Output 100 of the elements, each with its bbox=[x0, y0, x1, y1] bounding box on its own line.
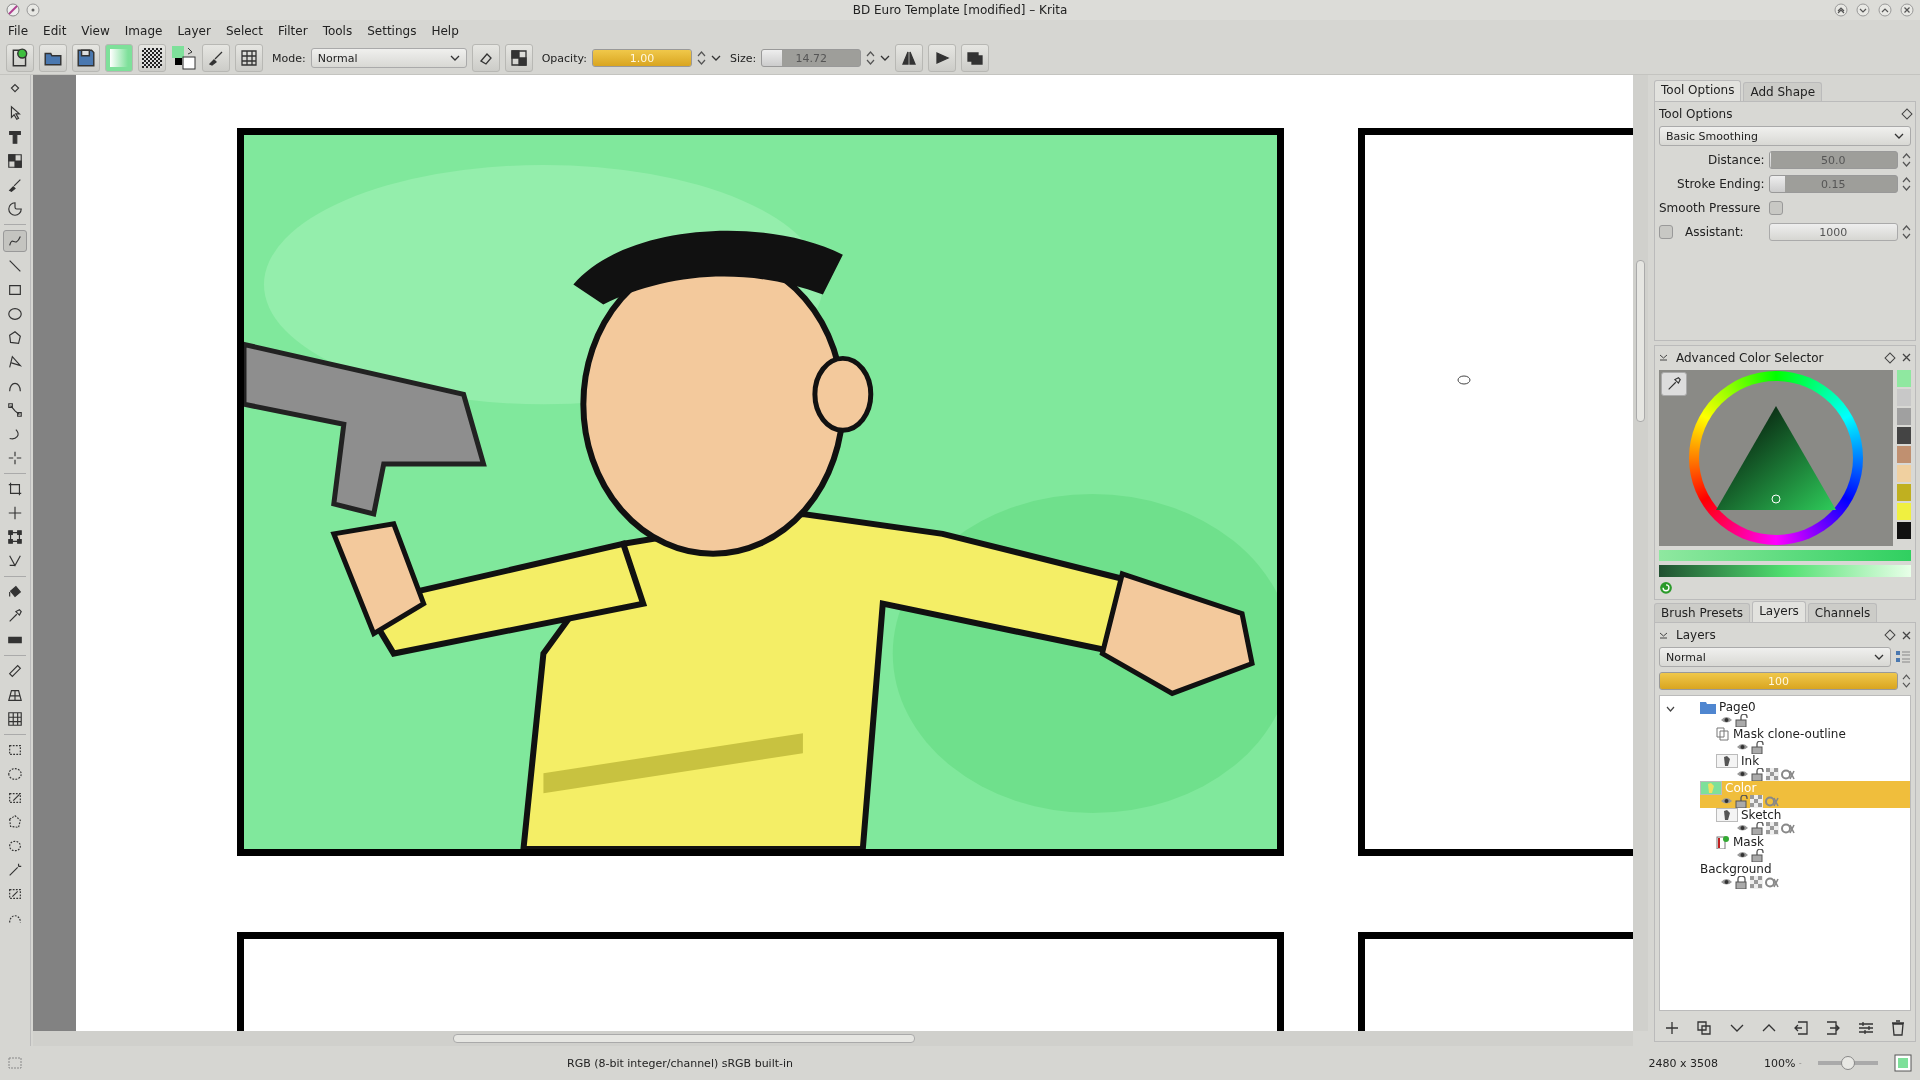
windows-icon[interactable] bbox=[966, 49, 985, 67]
padlock-open-icon[interactable] bbox=[1751, 741, 1764, 754]
spin-arrows-icon[interactable] bbox=[1902, 224, 1911, 240]
eye-icon[interactable] bbox=[1736, 741, 1749, 752]
add-layer-icon[interactable] bbox=[1663, 1019, 1681, 1037]
minimize-icon[interactable] bbox=[1856, 3, 1870, 17]
alpha-lock-icon[interactable] bbox=[1781, 822, 1795, 835]
sparkle-icon[interactable] bbox=[7, 450, 23, 466]
pattern-button[interactable] bbox=[138, 44, 166, 72]
menu-item[interactable]: View bbox=[75, 24, 119, 38]
freehand-selection-icon[interactable] bbox=[7, 838, 23, 854]
refresh-icon[interactable] bbox=[1659, 581, 1673, 595]
move-icon[interactable] bbox=[7, 505, 23, 521]
padlock-open-icon[interactable] bbox=[1735, 714, 1748, 727]
close-icon[interactable] bbox=[1900, 3, 1914, 17]
brush-icon[interactable] bbox=[7, 177, 23, 193]
close-icon[interactable] bbox=[1902, 630, 1911, 640]
pattern-icon[interactable] bbox=[7, 153, 23, 169]
eye-icon[interactable] bbox=[1720, 714, 1733, 725]
line-icon[interactable] bbox=[7, 258, 23, 274]
spin-arrows-icon[interactable] bbox=[696, 50, 706, 66]
spin-arrows-icon[interactable] bbox=[1902, 152, 1911, 168]
eye-icon[interactable] bbox=[1720, 876, 1733, 887]
menu-item[interactable]: Layer bbox=[171, 24, 220, 38]
color-gradient-bar[interactable] bbox=[1659, 549, 1911, 562]
collapse-icon[interactable] bbox=[1659, 630, 1668, 640]
fill-bucket-icon[interactable] bbox=[7, 584, 23, 600]
checkbox[interactable] bbox=[1769, 201, 1783, 215]
layer-row[interactable]: Ink bbox=[1660, 754, 1910, 781]
mirror-horizontal-button[interactable] bbox=[895, 44, 924, 72]
slider-handle[interactable] bbox=[1841, 1056, 1855, 1070]
tab[interactable]: Brush Presets bbox=[1654, 603, 1751, 622]
menu-item[interactable]: Filter bbox=[271, 24, 317, 38]
tab[interactable]: Add Shape bbox=[1743, 82, 1823, 101]
menu-item[interactable]: Image bbox=[118, 24, 172, 38]
rectangle-selection-icon[interactable] bbox=[7, 742, 23, 758]
tab[interactable]: Layers bbox=[1752, 601, 1806, 622]
checkerboard-icon[interactable] bbox=[1766, 768, 1779, 781]
list-view-icon[interactable] bbox=[1895, 649, 1911, 665]
magic-wand-icon[interactable] bbox=[7, 862, 23, 878]
canvas[interactable] bbox=[33, 75, 1633, 1031]
eye-icon[interactable] bbox=[1720, 795, 1733, 806]
menu-item[interactable]: Help bbox=[425, 24, 468, 38]
grid-icon[interactable] bbox=[7, 711, 23, 727]
shade-gradient-bar[interactable] bbox=[1659, 565, 1911, 578]
perspective-icon[interactable] bbox=[7, 553, 23, 569]
layer-row[interactable]: Background bbox=[1660, 862, 1910, 889]
indent-left-icon[interactable] bbox=[1792, 1019, 1811, 1037]
grid-icon[interactable] bbox=[240, 49, 258, 67]
checkbox[interactable] bbox=[1659, 225, 1673, 239]
padlock-open-icon[interactable] bbox=[1751, 849, 1764, 862]
overview-icon[interactable] bbox=[1894, 1054, 1912, 1072]
checkerboard-icon[interactable] bbox=[1750, 795, 1763, 808]
padlock-open-icon[interactable] bbox=[1751, 768, 1764, 781]
menu-item[interactable]: Edit bbox=[37, 24, 76, 38]
blend-mode-dropdown[interactable]: Normal bbox=[1659, 647, 1891, 667]
menu-item[interactable]: File bbox=[2, 24, 38, 38]
polygon-selection-icon[interactable] bbox=[7, 814, 23, 830]
alpha-lock-icon[interactable] bbox=[1765, 876, 1779, 889]
spin-arrows-icon[interactable] bbox=[1902, 673, 1911, 689]
collapse-icon[interactable] bbox=[1659, 353, 1668, 363]
checkerboard-icon[interactable] bbox=[1750, 876, 1763, 889]
perspective-grid-icon[interactable] bbox=[7, 687, 23, 703]
keep-above-icon[interactable] bbox=[1834, 3, 1848, 17]
maximize-icon[interactable] bbox=[1878, 3, 1892, 17]
transparency-button[interactable] bbox=[504, 44, 533, 72]
polyline-icon[interactable] bbox=[7, 354, 23, 370]
text-tool-icon[interactable] bbox=[7, 129, 23, 145]
eyedropper-icon[interactable] bbox=[7, 608, 23, 624]
eyedropper-button[interactable] bbox=[1661, 371, 1687, 396]
padlock-open-icon[interactable] bbox=[1735, 795, 1748, 808]
layer-row[interactable]: Mask bbox=[1660, 835, 1910, 862]
layer-row[interactable]: Page0 bbox=[1660, 700, 1910, 727]
sliders-icon[interactable] bbox=[1856, 1019, 1875, 1037]
brush-selection-icon[interactable] bbox=[7, 790, 23, 806]
transform-icon[interactable] bbox=[7, 529, 23, 545]
duplicate-icon[interactable] bbox=[1695, 1019, 1714, 1037]
zoom-dropdown[interactable]: 100% bbox=[1758, 1053, 1808, 1073]
menu-item[interactable]: Select bbox=[219, 24, 272, 38]
checkerboard-icon[interactable] bbox=[1766, 822, 1779, 835]
vertical-scrollbar[interactable] bbox=[1633, 75, 1648, 1031]
chevron-down-icon[interactable] bbox=[1666, 704, 1675, 713]
eye-icon[interactable] bbox=[1736, 849, 1749, 860]
menu-item[interactable]: Tools bbox=[316, 24, 362, 38]
eyedropper-icon[interactable] bbox=[1666, 375, 1682, 392]
alpha-lock-icon[interactable] bbox=[1781, 768, 1795, 781]
rectangle-icon[interactable] bbox=[7, 282, 23, 298]
layer-row[interactable]: Mask clone-outline bbox=[1660, 727, 1910, 754]
brush-icon[interactable] bbox=[207, 49, 225, 67]
spin-arrows-icon[interactable] bbox=[1902, 176, 1911, 192]
tab[interactable]: Tool Options bbox=[1654, 80, 1742, 101]
mirror-vertical-button[interactable] bbox=[928, 44, 957, 72]
brush-settings-button[interactable] bbox=[235, 44, 263, 72]
mode-dropdown[interactable]: Normal bbox=[310, 48, 467, 68]
brush-preset-button[interactable] bbox=[202, 44, 230, 72]
padlock-closed-icon[interactable] bbox=[1735, 876, 1748, 889]
assistant-field[interactable]: 1000 bbox=[1768, 223, 1899, 241]
layer-row[interactable]: Sketch bbox=[1660, 808, 1910, 835]
eye-icon[interactable] bbox=[1736, 822, 1749, 833]
eye-icon[interactable] bbox=[1736, 768, 1749, 779]
